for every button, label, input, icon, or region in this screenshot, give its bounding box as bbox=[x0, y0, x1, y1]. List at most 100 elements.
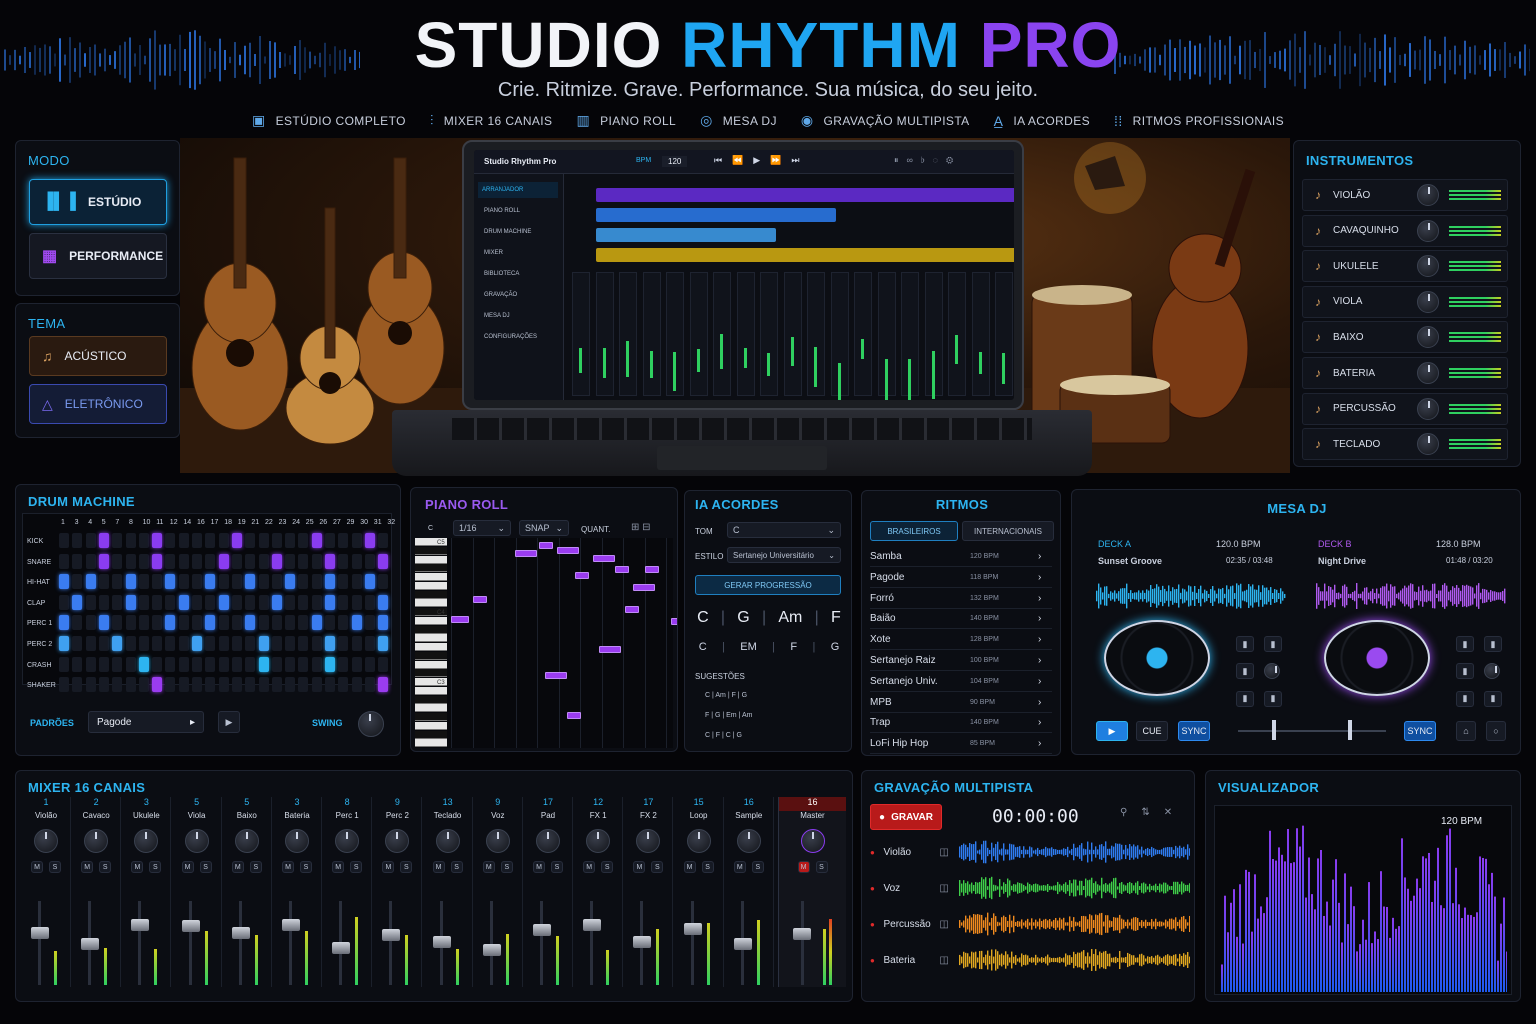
crossfader-handle[interactable] bbox=[1272, 720, 1276, 740]
pad-button[interactable]: ▮ bbox=[1484, 690, 1502, 707]
piano-key[interactable] bbox=[415, 721, 447, 730]
tab-internacionais[interactable]: INTERNACIONAIS bbox=[962, 521, 1054, 541]
step-cell[interactable] bbox=[165, 636, 176, 651]
solo-button[interactable]: S bbox=[199, 861, 212, 873]
record-track[interactable]: ● Violão ◫ bbox=[870, 835, 1191, 869]
solo-button[interactable]: S bbox=[400, 861, 413, 873]
step-cell[interactable] bbox=[138, 594, 149, 610]
step-cell[interactable] bbox=[271, 594, 282, 610]
pan-knob[interactable] bbox=[285, 829, 309, 853]
input-icon[interactable]: ◫ bbox=[939, 847, 958, 858]
piano-key[interactable] bbox=[415, 555, 447, 564]
step-cell[interactable] bbox=[325, 594, 335, 610]
step-cell[interactable] bbox=[338, 636, 349, 651]
step-cell[interactable] bbox=[125, 656, 136, 672]
step-cell[interactable] bbox=[231, 594, 242, 610]
step-cell[interactable] bbox=[152, 574, 163, 590]
daw-nav-item[interactable]: GRAVAÇÃO bbox=[480, 287, 560, 303]
step-cell[interactable] bbox=[205, 615, 216, 631]
step-cell[interactable] bbox=[165, 533, 176, 548]
step-cell[interactable] bbox=[298, 615, 309, 631]
mute-button[interactable]: M bbox=[797, 861, 810, 873]
piano-key[interactable] bbox=[415, 564, 447, 573]
piano-key[interactable] bbox=[415, 686, 447, 695]
step-cell[interactable] bbox=[85, 636, 96, 651]
step-cell[interactable] bbox=[285, 533, 296, 548]
mute-button[interactable]: M bbox=[81, 861, 94, 873]
volume-knob[interactable] bbox=[1417, 433, 1439, 456]
channel-fader[interactable] bbox=[131, 919, 150, 932]
mute-button[interactable]: M bbox=[583, 861, 596, 873]
daw-channel-strip[interactable] bbox=[783, 272, 802, 396]
step-cell[interactable] bbox=[271, 615, 282, 631]
ritmo-item[interactable]: MPB 90 BPM › bbox=[870, 693, 1052, 713]
solo-button[interactable]: S bbox=[49, 861, 61, 873]
daw-channel-strip[interactable] bbox=[854, 272, 872, 396]
step-cell[interactable] bbox=[178, 636, 189, 651]
channel-fader[interactable] bbox=[533, 924, 551, 937]
step-cell[interactable] bbox=[59, 553, 69, 569]
play-pattern-button[interactable]: ▶ bbox=[218, 711, 240, 733]
step-cell[interactable] bbox=[298, 594, 309, 610]
chord-label[interactable]: F bbox=[790, 641, 797, 657]
step-cell[interactable] bbox=[271, 533, 282, 548]
step-cell[interactable] bbox=[364, 615, 375, 631]
step-cell[interactable] bbox=[138, 677, 149, 693]
step-cell[interactable] bbox=[138, 615, 149, 631]
estilo-select[interactable]: Sertanejo Universitário ⌄ bbox=[727, 547, 841, 563]
deck-a-platter[interactable] bbox=[1104, 620, 1210, 696]
step-cell[interactable] bbox=[165, 615, 176, 631]
step-cell[interactable] bbox=[298, 656, 309, 672]
ritmo-item[interactable]: Sertanejo Raiz 100 BPM › bbox=[870, 651, 1052, 671]
daw-channel-strip[interactable] bbox=[619, 272, 637, 396]
step-cell[interactable] bbox=[245, 677, 256, 693]
solo-button[interactable]: S bbox=[249, 861, 262, 873]
pitch-handle[interactable] bbox=[1348, 720, 1352, 740]
step-cell[interactable] bbox=[112, 574, 123, 590]
step-cell[interactable] bbox=[298, 574, 309, 590]
bpm-input[interactable]: 120 bbox=[662, 156, 688, 167]
step-cell[interactable] bbox=[245, 553, 256, 569]
step-cell[interactable] bbox=[152, 553, 163, 569]
step-cell[interactable] bbox=[72, 553, 83, 569]
step-cell[interactable] bbox=[85, 574, 96, 590]
chord-label[interactable]: EM bbox=[740, 641, 757, 657]
mute-button[interactable]: M bbox=[482, 861, 495, 873]
mute-button[interactable]: M bbox=[633, 861, 646, 873]
channel-fader[interactable] bbox=[482, 944, 501, 957]
deck-b-loop-button[interactable]: ⌂ bbox=[1456, 721, 1476, 741]
midi-note[interactable] bbox=[599, 646, 621, 653]
volume-knob[interactable] bbox=[1417, 219, 1439, 242]
filter-knob[interactable] bbox=[1484, 663, 1500, 680]
step-cell[interactable] bbox=[125, 533, 136, 548]
step-cell[interactable] bbox=[98, 656, 109, 672]
step-cell[interactable] bbox=[138, 636, 149, 651]
step-cell[interactable] bbox=[271, 677, 282, 693]
step-cell[interactable] bbox=[231, 533, 242, 548]
step-cell[interactable] bbox=[364, 677, 375, 693]
instrument-row[interactable]: ♪ VIOLÃO bbox=[1302, 179, 1508, 211]
toolbar-icons[interactable]: ⏸∞♭◌⚙ bbox=[894, 155, 961, 166]
step-cell[interactable] bbox=[311, 615, 322, 631]
step-cell[interactable] bbox=[112, 656, 123, 672]
step-cell[interactable] bbox=[351, 615, 362, 631]
suggestion-item[interactable]: C | Am | F | G bbox=[693, 686, 845, 706]
ritmo-item[interactable]: Pagode 118 BPM › bbox=[870, 568, 1052, 588]
daw-channel-strip[interactable] bbox=[971, 272, 990, 396]
solo-button[interactable]: S bbox=[651, 861, 664, 873]
pan-knob[interactable] bbox=[335, 829, 360, 853]
step-cell[interactable] bbox=[378, 533, 389, 548]
piano-key[interactable] bbox=[415, 739, 447, 748]
step-cell[interactable] bbox=[125, 636, 136, 651]
step-cell[interactable] bbox=[152, 636, 163, 651]
grid-select[interactable]: 1/16 ⌄ bbox=[453, 520, 511, 536]
step-cell[interactable] bbox=[351, 636, 362, 651]
midi-note[interactable] bbox=[645, 566, 659, 573]
mute-button[interactable]: M bbox=[31, 861, 43, 873]
pad-button[interactable]: ▮ bbox=[1456, 636, 1474, 652]
midi-note[interactable] bbox=[451, 616, 469, 623]
step-cell[interactable] bbox=[112, 677, 123, 693]
volume-knob[interactable] bbox=[1417, 397, 1439, 420]
step-cell[interactable] bbox=[351, 553, 362, 569]
track-lane[interactable] bbox=[596, 228, 776, 242]
